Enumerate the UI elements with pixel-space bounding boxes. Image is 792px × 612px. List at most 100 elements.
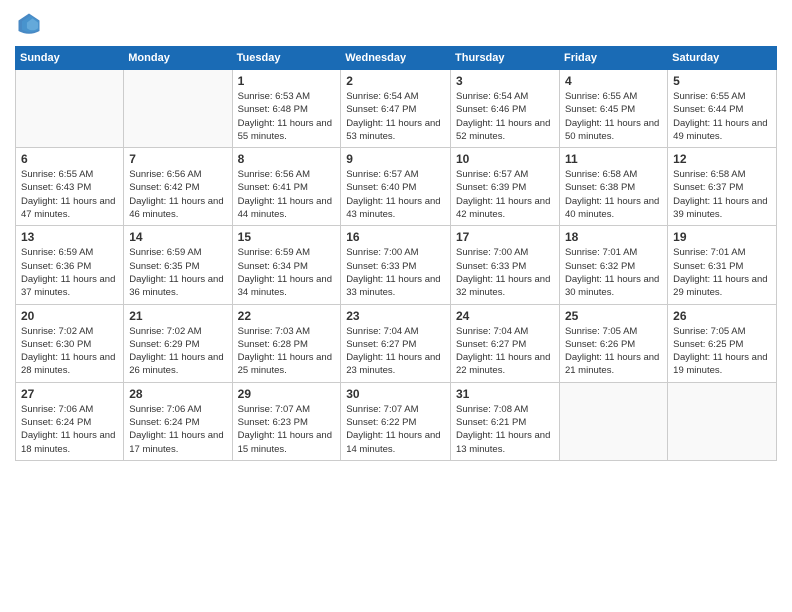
- calendar-cell: 28Sunrise: 7:06 AMSunset: 6:24 PMDayligh…: [124, 382, 232, 460]
- calendar-week-row: 6 Sunrise: 6:55 AMSunset: 6:43 PMDaylight…: [16, 148, 777, 226]
- calendar-cell: 17 Sunrise: 7:00 AMSunset: 6:33 PMDayligh…: [451, 226, 560, 304]
- cell-content: Sunrise: 6:58 AMSunset: 6:38 PMDaylight:…: [565, 168, 662, 221]
- cell-content: Sunrise: 7:06 AMSunset: 6:24 PMDaylight:…: [21, 403, 118, 456]
- calendar-cell: 31 Sunrise: 7:08 AMSunset: 6:21 PMDayligh…: [451, 382, 560, 460]
- calendar-cell: 14 Sunrise: 6:59 AMSunset: 6:35 PMDayligh…: [124, 226, 232, 304]
- calendar-cell: 16Sunrise: 7:00 AMSunset: 6:33 PMDayligh…: [341, 226, 451, 304]
- logo-icon: [15, 10, 43, 38]
- cell-content: Sunrise: 6:59 AMSunset: 6:36 PMDaylight:…: [21, 246, 118, 299]
- calendar-cell: 11 Sunrise: 6:58 AMSunset: 6:38 PMDayligh…: [559, 148, 667, 226]
- cell-content: Sunrise: 7:03 AMSunset: 6:28 PMDaylight:…: [238, 325, 336, 378]
- cell-content: Sunrise: 6:55 AMSunset: 6:44 PMDaylight:…: [673, 90, 771, 143]
- day-header-tuesday: Tuesday: [232, 47, 341, 70]
- calendar-cell: 24 Sunrise: 7:04 AMSunset: 6:27 PMDayligh…: [451, 304, 560, 382]
- cell-content: Sunrise: 7:08 AMSunset: 6:21 PMDaylight:…: [456, 403, 554, 456]
- calendar-cell: 27 Sunrise: 7:06 AMSunset: 6:24 PMDayligh…: [16, 382, 124, 460]
- calendar-cell: [16, 70, 124, 148]
- calendar-cell: 18Sunrise: 7:01 AMSunset: 6:32 PMDayligh…: [559, 226, 667, 304]
- cell-content: Sunrise: 6:53 AMSunset: 6:48 PMDaylight:…: [238, 90, 336, 143]
- calendar-cell: 3 Sunrise: 6:54 AMSunset: 6:46 PMDaylight…: [451, 70, 560, 148]
- cell-content: Sunrise: 6:55 AMSunset: 6:43 PMDaylight:…: [21, 168, 118, 221]
- calendar-cell: 5 Sunrise: 6:55 AMSunset: 6:44 PMDaylight…: [668, 70, 777, 148]
- cell-content: Sunrise: 7:05 AMSunset: 6:26 PMDaylight:…: [565, 325, 662, 378]
- day-number: 2: [346, 74, 445, 88]
- day-number: 21: [129, 309, 226, 323]
- day-number: 12: [673, 152, 771, 166]
- cell-content: Sunrise: 7:00 AMSunset: 6:33 PMDaylight:…: [346, 246, 445, 299]
- day-header-thursday: Thursday: [451, 47, 560, 70]
- cell-content: Sunrise: 7:05 AMSunset: 6:25 PMDaylight:…: [673, 325, 771, 378]
- calendar-cell: 19 Sunrise: 7:01 AMSunset: 6:31 PMDayligh…: [668, 226, 777, 304]
- calendar-week-row: 1Sunrise: 6:53 AMSunset: 6:48 PMDaylight…: [16, 70, 777, 148]
- day-number: 27: [21, 387, 118, 401]
- cell-content: Sunrise: 7:07 AMSunset: 6:22 PMDaylight:…: [346, 403, 445, 456]
- day-number: 5: [673, 74, 771, 88]
- calendar-cell: 25 Sunrise: 7:05 AMSunset: 6:26 PMDayligh…: [559, 304, 667, 382]
- cell-content: Sunrise: 6:56 AMSunset: 6:42 PMDaylight:…: [129, 168, 226, 221]
- day-number: 24: [456, 309, 554, 323]
- calendar-week-row: 20Sunrise: 7:02 AMSunset: 6:30 PMDayligh…: [16, 304, 777, 382]
- day-number: 4: [565, 74, 662, 88]
- calendar-cell: 8Sunrise: 6:56 AMSunset: 6:41 PMDaylight…: [232, 148, 341, 226]
- day-number: 17: [456, 230, 554, 244]
- day-number: 9: [346, 152, 445, 166]
- logo: [15, 10, 47, 38]
- day-header-monday: Monday: [124, 47, 232, 70]
- calendar-cell: 2Sunrise: 6:54 AMSunset: 6:47 PMDaylight…: [341, 70, 451, 148]
- cell-content: Sunrise: 7:00 AMSunset: 6:33 PMDaylight:…: [456, 246, 554, 299]
- calendar-cell: 4 Sunrise: 6:55 AMSunset: 6:45 PMDaylight…: [559, 70, 667, 148]
- cell-content: Sunrise: 7:01 AMSunset: 6:31 PMDaylight:…: [673, 246, 771, 299]
- day-number: 10: [456, 152, 554, 166]
- cell-content: Sunrise: 7:02 AMSunset: 6:30 PMDaylight:…: [21, 325, 118, 378]
- cell-content: Sunrise: 6:55 AMSunset: 6:45 PMDaylight:…: [565, 90, 662, 143]
- day-header-friday: Friday: [559, 47, 667, 70]
- calendar-cell: 22 Sunrise: 7:03 AMSunset: 6:28 PMDayligh…: [232, 304, 341, 382]
- day-number: 13: [21, 230, 118, 244]
- day-number: 7: [129, 152, 226, 166]
- day-number: 19: [673, 230, 771, 244]
- day-header-saturday: Saturday: [668, 47, 777, 70]
- calendar-cell: [124, 70, 232, 148]
- calendar-cell: 15 Sunrise: 6:59 AMSunset: 6:34 PMDayligh…: [232, 226, 341, 304]
- day-number: 30: [346, 387, 445, 401]
- day-number: 22: [238, 309, 336, 323]
- calendar-week-row: 27 Sunrise: 7:06 AMSunset: 6:24 PMDayligh…: [16, 382, 777, 460]
- page-header: [15, 10, 777, 38]
- calendar-cell: 21 Sunrise: 7:02 AMSunset: 6:29 PMDayligh…: [124, 304, 232, 382]
- cell-content: Sunrise: 7:04 AMSunset: 6:27 PMDaylight:…: [456, 325, 554, 378]
- day-number: 15: [238, 230, 336, 244]
- calendar-cell: 26 Sunrise: 7:05 AMSunset: 6:25 PMDayligh…: [668, 304, 777, 382]
- day-number: 6: [21, 152, 118, 166]
- day-number: 25: [565, 309, 662, 323]
- calendar-cell: 7 Sunrise: 6:56 AMSunset: 6:42 PMDaylight…: [124, 148, 232, 226]
- calendar-cell: 29Sunrise: 7:07 AMSunset: 6:23 PMDayligh…: [232, 382, 341, 460]
- day-number: 31: [456, 387, 554, 401]
- cell-content: Sunrise: 6:59 AMSunset: 6:35 PMDaylight:…: [129, 246, 226, 299]
- calendar-cell: [559, 382, 667, 460]
- cell-content: Sunrise: 7:07 AMSunset: 6:23 PMDaylight:…: [238, 403, 336, 456]
- day-number: 26: [673, 309, 771, 323]
- calendar-cell: 6 Sunrise: 6:55 AMSunset: 6:43 PMDaylight…: [16, 148, 124, 226]
- cell-content: Sunrise: 7:02 AMSunset: 6:29 PMDaylight:…: [129, 325, 226, 378]
- calendar-cell: 30 Sunrise: 7:07 AMSunset: 6:22 PMDayligh…: [341, 382, 451, 460]
- calendar-cell: 1Sunrise: 6:53 AMSunset: 6:48 PMDaylight…: [232, 70, 341, 148]
- cell-content: Sunrise: 6:57 AMSunset: 6:40 PMDaylight:…: [346, 168, 445, 221]
- calendar-cell: 23 Sunrise: 7:04 AMSunset: 6:27 PMDayligh…: [341, 304, 451, 382]
- calendar-cell: 20Sunrise: 7:02 AMSunset: 6:30 PMDayligh…: [16, 304, 124, 382]
- cell-content: Sunrise: 7:04 AMSunset: 6:27 PMDaylight:…: [346, 325, 445, 378]
- day-number: 14: [129, 230, 226, 244]
- day-number: 23: [346, 309, 445, 323]
- day-number: 11: [565, 152, 662, 166]
- calendar-cell: 9 Sunrise: 6:57 AMSunset: 6:40 PMDaylight…: [341, 148, 451, 226]
- cell-content: Sunrise: 6:54 AMSunset: 6:46 PMDaylight:…: [456, 90, 554, 143]
- cell-content: Sunrise: 6:56 AMSunset: 6:41 PMDaylight:…: [238, 168, 336, 221]
- day-header-sunday: Sunday: [16, 47, 124, 70]
- calendar-week-row: 13 Sunrise: 6:59 AMSunset: 6:36 PMDayligh…: [16, 226, 777, 304]
- cell-content: Sunrise: 7:06 AMSunset: 6:24 PMDaylight:…: [129, 403, 226, 456]
- calendar-cell: [668, 382, 777, 460]
- day-number: 18: [565, 230, 662, 244]
- calendar-cell: 13 Sunrise: 6:59 AMSunset: 6:36 PMDayligh…: [16, 226, 124, 304]
- cell-content: Sunrise: 6:59 AMSunset: 6:34 PMDaylight:…: [238, 246, 336, 299]
- day-number: 3: [456, 74, 554, 88]
- calendar-table: SundayMondayTuesdayWednesdayThursdayFrid…: [15, 46, 777, 461]
